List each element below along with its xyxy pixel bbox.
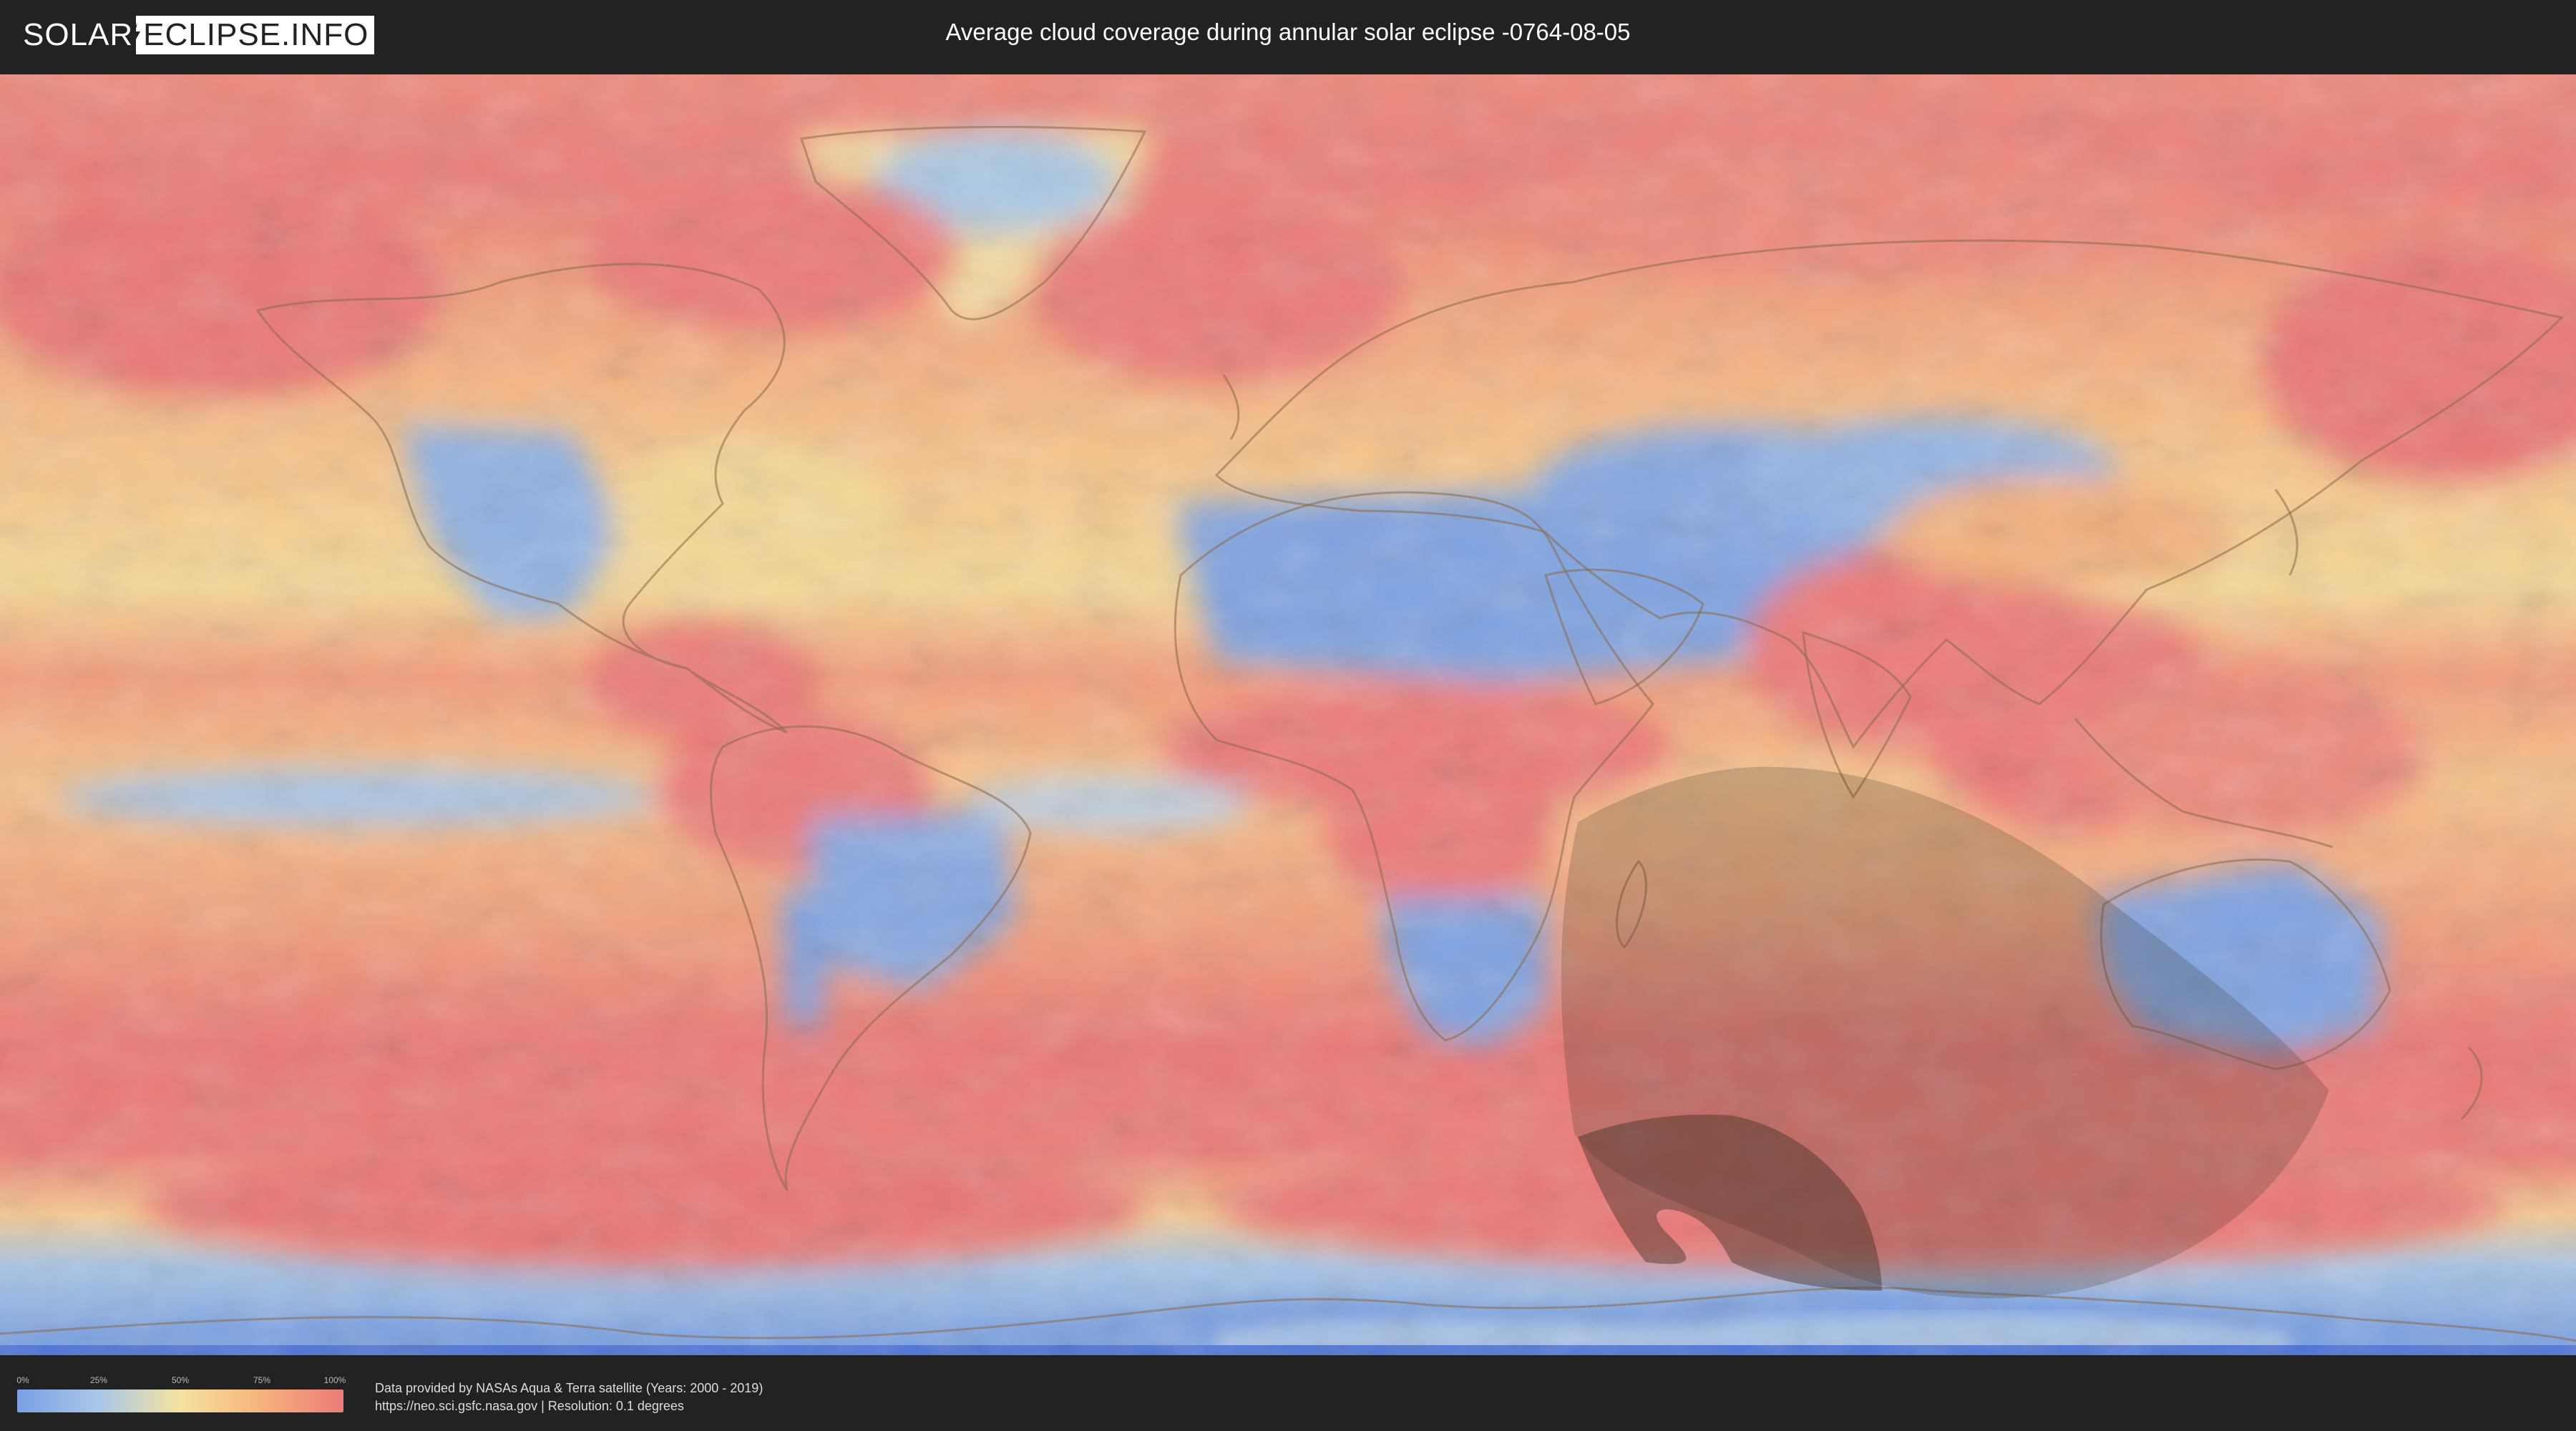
legend-tick-25: 25% [89,1375,108,1385]
cloud-coverage-legend: 0% 25% 50% 75% 100% [16,1375,346,1414]
world-map [0,74,2576,1355]
credit-line-url: https://neo.sci.gsfc.nasa.gov | Resoluti… [375,1399,684,1413]
legend-tick-100: 100% [323,1375,346,1385]
legend-tick-75: 75% [253,1375,271,1385]
legend-color-bar [17,1390,343,1412]
legend-tick-0: 0% [16,1375,29,1385]
footer-bar: 0% 25% 50% 75% 100% Data provided by NAS… [0,1359,2576,1431]
page-title: Average cloud coverage during annular so… [945,19,1631,45]
cloud-coverage-map [0,74,2576,1355]
header-bar: SOLAR ECLIPSE.INFO Average cloud coverag… [0,0,2576,72]
legend-ticks: 0% 25% 50% 75% 100% [16,1375,346,1387]
data-credits: Data provided by NASAs Aqua & Terra sate… [375,1379,763,1415]
credit-line-source: Data provided by NASAs Aqua & Terra sate… [375,1381,763,1395]
legend-tick-50: 50% [171,1375,190,1385]
